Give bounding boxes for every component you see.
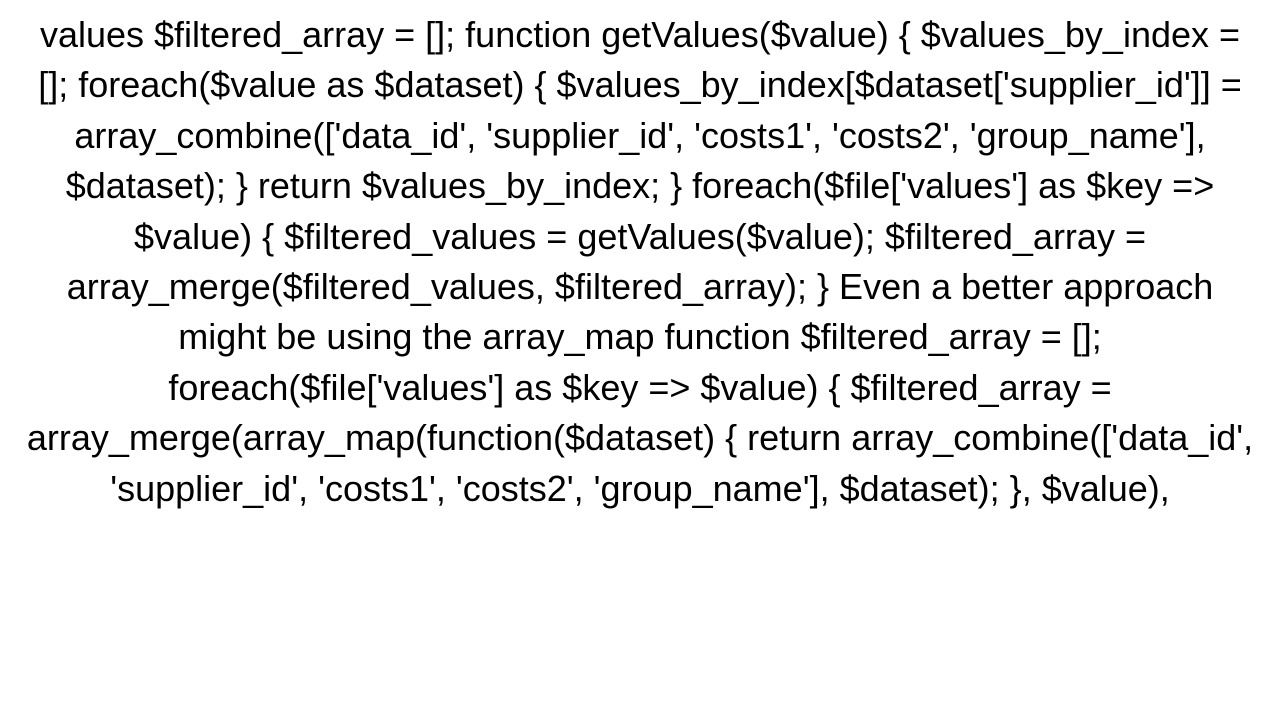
code-text-block: values $filtered_array = []; function ge… bbox=[0, 0, 1280, 524]
